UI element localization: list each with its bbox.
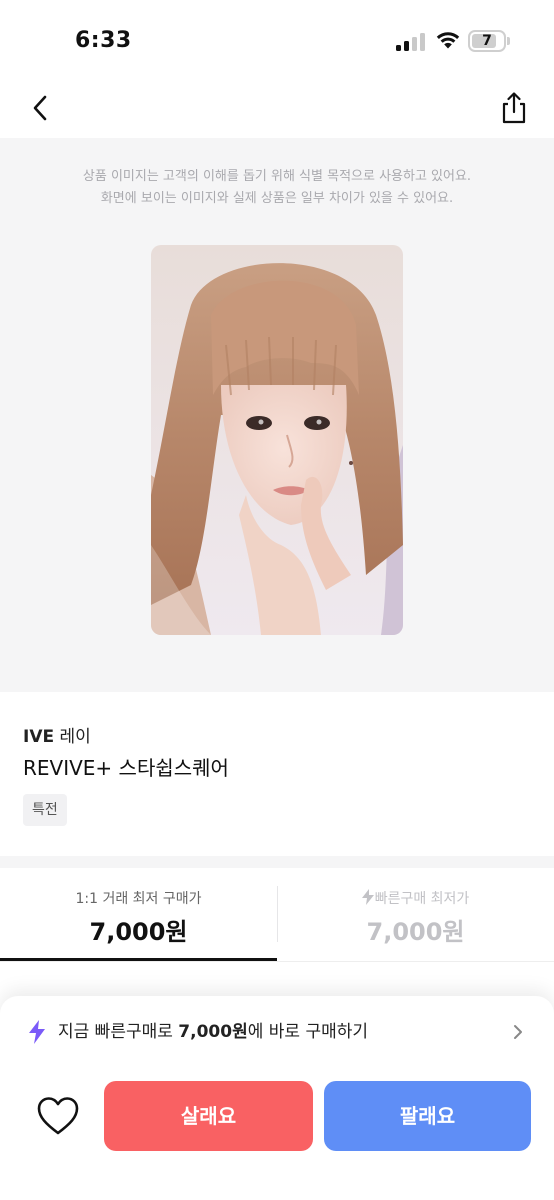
- quick-buy-text: 지금 빠른구매로 7,000원에 바로 구매하기: [58, 1020, 368, 1044]
- battery-level: 7: [482, 33, 492, 49]
- tab-quick-buy-price[interactable]: 빠른구매 최저가 7,000원: [277, 868, 554, 964]
- lightning-icon: [29, 1020, 45, 1044]
- member-name: 레이: [59, 727, 91, 747]
- top-nav: [0, 80, 554, 136]
- section-divider: [0, 856, 554, 868]
- quick-buy-banner[interactable]: 지금 빠른구매로 7,000원에 바로 구매하기: [0, 1006, 554, 1058]
- back-arrow-icon[interactable]: [26, 90, 56, 126]
- status-bar: 6:33 7: [0, 0, 554, 80]
- image-notice-line2: 화면에 보이는 이미지와 실제 상품은 일부 차이가 있을 수 있어요.: [100, 191, 454, 206]
- tab-label-wrap: 빠른구매 최저가: [277, 888, 554, 908]
- image-notice: 상품 이미지는 고객의 이해를 돕기 위해 식별 목적으로 사용하고 있어요. …: [0, 166, 554, 210]
- sell-button[interactable]: 팔래요: [324, 1081, 531, 1151]
- heart-icon[interactable]: [36, 1095, 80, 1137]
- product-artist: IVE 레이: [23, 722, 91, 747]
- quick-buy-price: 7,000원: [178, 1022, 248, 1042]
- bottom-action-sheet: 지금 빠른구매로 7,000원에 바로 구매하기 살래요 팔래요: [0, 996, 554, 1200]
- quick-buy-suffix: 에 바로 구매하기: [247, 1022, 369, 1042]
- buy-button[interactable]: 살래요: [104, 1081, 313, 1151]
- tab-price: 7,000원: [366, 918, 465, 946]
- lightning-icon: [361, 889, 374, 905]
- tab-label: 빠른구매 최저가: [374, 891, 470, 907]
- image-notice-line1: 상품 이미지는 고객의 이해를 돕기 위해 식별 목적으로 사용하고 있어요.: [82, 169, 472, 184]
- group-name: IVE: [23, 727, 55, 747]
- quick-buy-prefix: 지금 빠른구매로: [58, 1022, 179, 1042]
- tab-direct-trade-price[interactable]: 1:1 거래 최저 구매가 7,000원: [0, 868, 277, 964]
- tab-baseline: [0, 961, 554, 962]
- tag-badge: 특전: [23, 794, 67, 826]
- wifi-icon: [436, 32, 460, 49]
- tab-price: 7,000원: [89, 918, 188, 946]
- battery-tip: [507, 37, 510, 45]
- action-row: 살래요 팔래요: [0, 1081, 554, 1151]
- product-info: IVE 레이 REVIVE+ 스타쉽스퀘어 특전: [0, 692, 554, 856]
- share-icon[interactable]: [498, 90, 530, 126]
- cellular-signal-icon: [396, 33, 426, 51]
- tab-label: 1:1 거래 최저 구매가: [75, 891, 202, 907]
- chevron-right-icon: [514, 1025, 522, 1039]
- price-tabs: 1:1 거래 최저 구매가 7,000원 빠른구매 최저가 7,000원: [0, 868, 554, 964]
- product-image-area: 상품 이미지는 고객의 이해를 돕기 위해 식별 목적으로 사용하고 있어요. …: [0, 138, 554, 692]
- status-time: 6:33: [75, 28, 132, 53]
- battery-icon: 7: [468, 30, 506, 52]
- photo-card-image[interactable]: [151, 245, 403, 635]
- product-title: REVIVE+ 스타쉽스퀘어: [23, 756, 229, 780]
